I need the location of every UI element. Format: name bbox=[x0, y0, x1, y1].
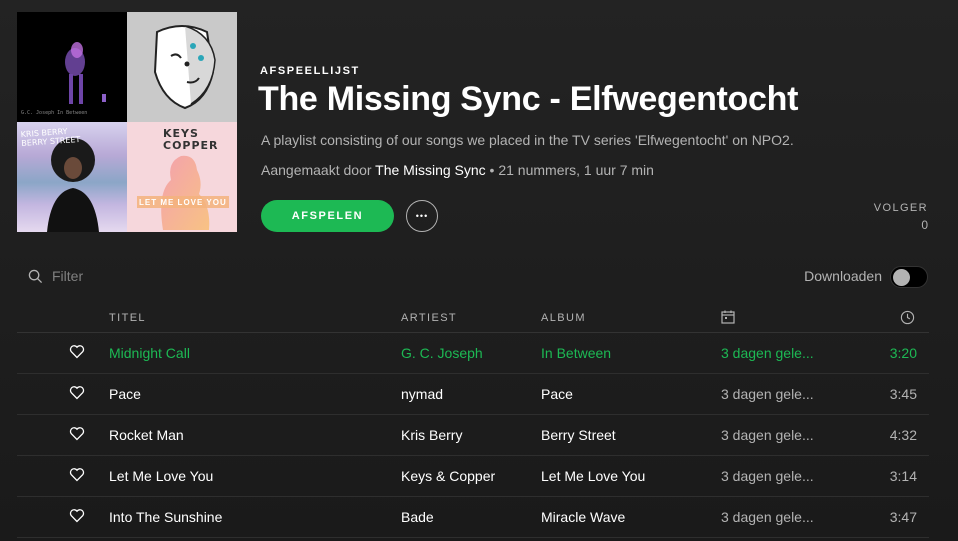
clock-icon[interactable] bbox=[900, 310, 915, 328]
followers-count: 0 bbox=[921, 218, 928, 232]
track-duration: 3:47 bbox=[889, 509, 917, 525]
track-title[interactable]: Into The Sunshine bbox=[109, 509, 222, 525]
track-table: TITEL ARTIEST ALBUM Midnight Call G. C. … bbox=[17, 302, 929, 538]
table-row[interactable]: Into The Sunshine Bade Miracle Wave 3 da… bbox=[17, 497, 929, 538]
track-duration: 3:20 bbox=[889, 345, 917, 361]
filter-bar bbox=[28, 268, 172, 284]
track-album[interactable]: Pace bbox=[541, 386, 573, 402]
cover-tile-berry-street: KRIS BERRY BERRY STREET bbox=[17, 122, 127, 232]
heart-icon[interactable] bbox=[69, 344, 85, 359]
search-icon bbox=[28, 269, 43, 283]
heart-icon[interactable] bbox=[69, 508, 85, 523]
track-title[interactable]: Rocket Man bbox=[109, 427, 184, 443]
followers-label: VOLGER bbox=[873, 202, 928, 214]
track-album[interactable]: Berry Street bbox=[541, 427, 616, 443]
heart-icon[interactable] bbox=[69, 426, 85, 441]
track-artist[interactable]: G. C. Joseph bbox=[401, 345, 483, 361]
playlist-type-label: AFSPEELLIJST bbox=[260, 65, 360, 77]
figure-art-icon bbox=[65, 42, 106, 104]
track-album[interactable]: Let Me Love You bbox=[541, 468, 645, 484]
track-duration: 3:14 bbox=[889, 468, 917, 484]
track-added: 3 dagen gele... bbox=[721, 345, 814, 361]
track-added: 3 dagen gele... bbox=[721, 468, 814, 484]
table-row[interactable]: Let Me Love You Keys & Copper Let Me Lov… bbox=[17, 456, 929, 497]
more-options-button[interactable]: ••• bbox=[406, 200, 438, 232]
table-row[interactable]: Midnight Call G. C. Joseph In Between 3 … bbox=[17, 333, 929, 374]
download-toggle[interactable] bbox=[890, 266, 928, 288]
page-title: The Missing Sync - Elfwegentocht bbox=[258, 80, 799, 118]
track-artist[interactable]: Kris Berry bbox=[401, 427, 462, 443]
filter-input[interactable] bbox=[52, 268, 172, 284]
playlist-meta: Aangemaakt door The Missing Sync • 21 nu… bbox=[261, 162, 654, 178]
table-row[interactable]: Rocket Man Kris Berry Berry Street 3 dag… bbox=[17, 415, 929, 456]
cover-tile-let-me-love-you: KEYS COPPER LET ME LOVE YOU bbox=[127, 122, 237, 232]
calendar-icon[interactable] bbox=[721, 310, 735, 327]
track-title[interactable]: Let Me Love You bbox=[109, 468, 213, 484]
track-duration: 3:45 bbox=[889, 386, 917, 402]
mask-face-icon bbox=[153, 25, 216, 110]
heart-icon[interactable] bbox=[69, 385, 85, 400]
cover-tile-caption: LET ME LOVE YOU bbox=[139, 198, 227, 207]
track-added: 3 dagen gele... bbox=[721, 427, 814, 443]
created-by-label: Aangemaakt door bbox=[261, 162, 372, 178]
playlist-stats: • 21 nummers, 1 uur 7 min bbox=[485, 162, 654, 178]
track-added: 3 dagen gele... bbox=[721, 386, 814, 402]
track-duration: 4:32 bbox=[889, 427, 917, 443]
play-button[interactable]: AFSPELEN bbox=[261, 200, 394, 232]
cover-tile-brand: KEYS COPPER bbox=[163, 127, 219, 152]
column-header-artist[interactable]: ARTIEST bbox=[401, 312, 457, 324]
cover-tile-pace bbox=[127, 12, 237, 122]
track-title[interactable]: Midnight Call bbox=[109, 345, 190, 361]
playlist-cover[interactable]: G.C. Joseph In Between KRIS BERRY BERRY … bbox=[17, 12, 237, 232]
column-header-title[interactable]: TITEL bbox=[109, 312, 146, 324]
track-album[interactable]: In Between bbox=[541, 345, 611, 361]
column-header-album[interactable]: ALBUM bbox=[541, 312, 586, 324]
cover-tile-caption: G.C. Joseph In Between bbox=[21, 110, 88, 116]
table-row[interactable]: Pace nymad Pace 3 dagen gele... 3:45 bbox=[17, 374, 929, 415]
playlist-description: A playlist consisting of our songs we pl… bbox=[261, 132, 794, 148]
toggle-knob bbox=[893, 269, 910, 286]
heart-icon[interactable] bbox=[69, 467, 85, 482]
table-header: TITEL ARTIEST ALBUM bbox=[17, 302, 929, 333]
track-added: 3 dagen gele... bbox=[721, 509, 814, 525]
owner-link[interactable]: The Missing Sync bbox=[375, 162, 485, 178]
track-artist[interactable]: Bade bbox=[401, 509, 434, 525]
ellipsis-icon: ••• bbox=[415, 211, 429, 221]
track-artist[interactable]: nymad bbox=[401, 386, 443, 402]
download-label: Downloaden bbox=[804, 268, 882, 284]
cover-tile-in-between: G.C. Joseph In Between bbox=[17, 12, 127, 122]
track-artist[interactable]: Keys & Copper bbox=[401, 468, 495, 484]
track-title[interactable]: Pace bbox=[109, 386, 141, 402]
track-album[interactable]: Miracle Wave bbox=[541, 509, 625, 525]
